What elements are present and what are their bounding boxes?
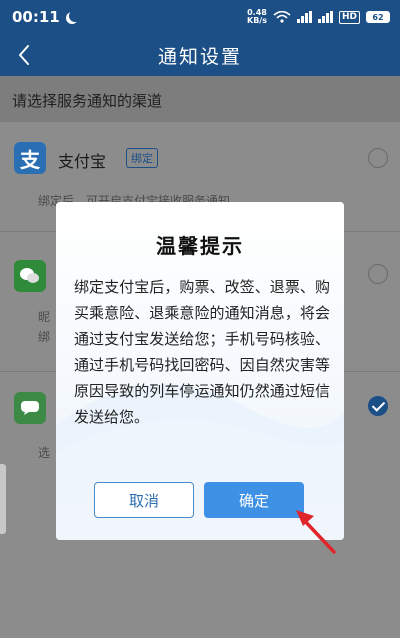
back-arrow-icon[interactable]: [12, 42, 38, 68]
nav-bar: 通知设置: [0, 34, 400, 76]
status-indicators: 0.48 KB/s HD 62: [247, 9, 390, 25]
radio-wechat[interactable]: [368, 264, 388, 284]
dialog-title: 温馨提示: [156, 234, 244, 258]
signal-icon-2: [317, 11, 333, 23]
page-title: 通知设置: [157, 45, 242, 68]
moon-icon: [69, 10, 81, 22]
status-time: 00:11: [12, 8, 60, 26]
dialog-message: 绑定支付宝后，购票、改签、退票、购买乘意险、退乘意险的通知消息，将会通过支付宝发…: [74, 278, 330, 426]
net-speed: 0.48 KB/s: [247, 8, 267, 25]
edge-handle[interactable]: [0, 464, 6, 534]
item-desc-sms: 选: [38, 446, 51, 460]
radio-alipay[interactable]: [368, 148, 388, 168]
wechat-icon: [14, 260, 46, 292]
bind-badge[interactable]: 绑定: [126, 148, 158, 168]
warm-tip-dialog: 温馨提示 绑定支付宝后，购票、改签、退票、购买乘意险、退乘意险的通知消息，将会通…: [56, 202, 344, 540]
item-desc-wechat-1: 昵: [38, 310, 51, 324]
cancel-button[interactable]: 取消: [94, 482, 194, 518]
item-name-alipay: 支付宝: [58, 152, 107, 171]
alipay-icon: 支: [14, 142, 46, 174]
red-arrow-icon: [296, 510, 336, 554]
battery-icon: 62: [366, 11, 390, 23]
wifi-icon: [273, 11, 291, 23]
status-bar: 00:11 0.48 KB/s HD 62: [0, 0, 400, 34]
hd-badge: HD: [338, 10, 360, 24]
sms-icon: [14, 392, 46, 424]
message-bubble-icon: [21, 401, 39, 415]
wechat-bubbles-icon: [20, 268, 39, 283]
item-desc-wechat-2: 绑: [38, 330, 51, 344]
radio-sms[interactable]: [368, 396, 388, 416]
section-header: 请选择服务通知的渠道: [0, 76, 400, 122]
signal-icon: [296, 11, 312, 23]
confirm-button[interactable]: 确定: [204, 482, 304, 518]
